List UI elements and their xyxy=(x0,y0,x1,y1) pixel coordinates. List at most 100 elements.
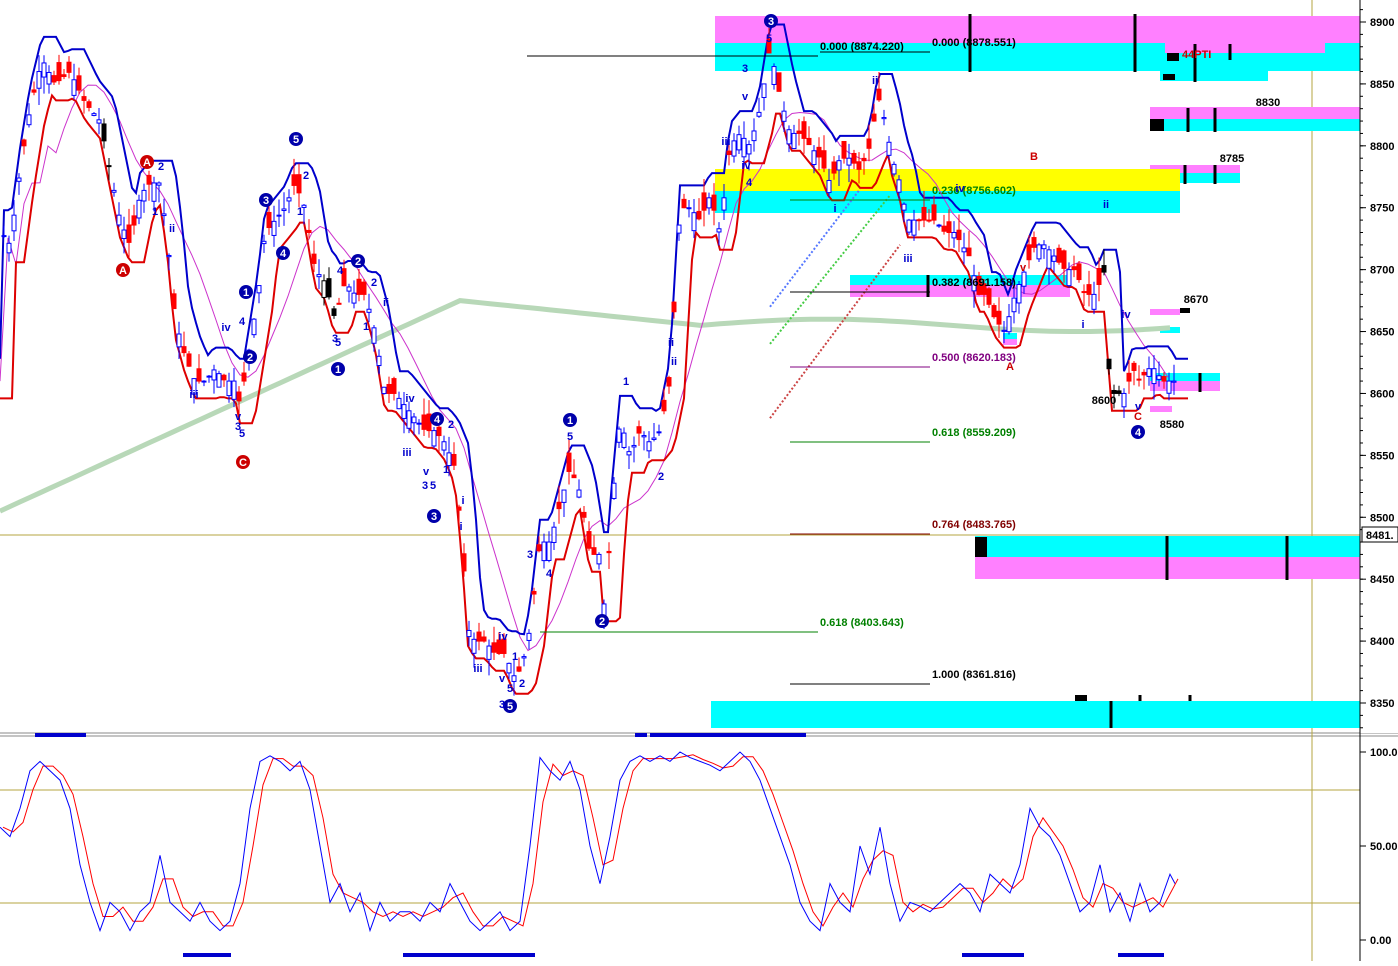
candle-body xyxy=(1016,283,1022,304)
candle-body xyxy=(646,441,652,452)
candle-body xyxy=(741,137,747,158)
candle-body xyxy=(561,489,567,503)
candle-body xyxy=(531,590,537,595)
candle-body xyxy=(916,219,922,222)
candle-body xyxy=(141,189,147,202)
candle-body xyxy=(511,675,517,682)
candle-body xyxy=(516,666,522,672)
candle-body xyxy=(481,636,487,642)
candle-body xyxy=(351,292,357,304)
candle-body xyxy=(986,288,992,305)
wave-label: iv xyxy=(741,160,751,172)
candle-body xyxy=(306,229,312,233)
marker xyxy=(1163,74,1175,80)
candle-body xyxy=(171,293,177,310)
candle-body xyxy=(596,553,602,565)
candle-body xyxy=(761,83,767,99)
candle-body xyxy=(181,346,187,354)
candle-body xyxy=(701,192,707,211)
candle-body xyxy=(706,197,712,209)
candle-body xyxy=(846,157,852,166)
candle-body xyxy=(616,428,622,443)
candle-body xyxy=(161,213,167,217)
candle-body xyxy=(526,632,532,641)
candle-body xyxy=(381,386,387,395)
wave-4-text: 4 xyxy=(280,248,287,260)
wave-label: 2 xyxy=(303,170,309,182)
candle-body xyxy=(746,144,752,155)
candle-body xyxy=(1076,263,1082,281)
candle-body xyxy=(471,638,477,654)
axis-tick-label: 8350 xyxy=(1370,698,1394,710)
candle-body xyxy=(606,550,612,554)
candle-body xyxy=(46,71,52,85)
candle-body xyxy=(966,247,972,257)
wave-label: iii xyxy=(473,663,482,675)
osc-axis-label: 100.0 xyxy=(1370,747,1398,759)
wave-3-text: 3 xyxy=(263,195,269,207)
wave-label: 4 xyxy=(746,177,753,189)
wave-label: v xyxy=(742,91,749,103)
candle-body xyxy=(31,89,37,93)
candle-body xyxy=(871,113,877,122)
wave-label: iv xyxy=(955,183,965,195)
price-annotation: 8580 xyxy=(1160,419,1184,431)
axis-tick-label: 8450 xyxy=(1370,574,1394,586)
candle-body xyxy=(201,380,207,383)
candle-body xyxy=(716,228,722,233)
wave-label: iii xyxy=(721,136,730,148)
candle-body xyxy=(131,215,137,226)
candle-body xyxy=(111,189,117,193)
wave-4-text: 4 xyxy=(434,414,441,426)
candle-body xyxy=(71,79,77,96)
wave-label: 4 xyxy=(239,316,246,328)
candle-body xyxy=(66,61,72,73)
candle-body xyxy=(1161,376,1167,382)
wave-2-text: 2 xyxy=(599,616,605,628)
candle-body xyxy=(316,274,322,278)
wave-label: 3 xyxy=(742,63,748,75)
candle-body xyxy=(236,391,242,402)
marker xyxy=(1180,308,1190,313)
candle-body xyxy=(781,110,787,122)
candle-body xyxy=(1006,316,1012,333)
candle-body xyxy=(851,152,857,164)
candle-body xyxy=(901,203,907,211)
candle-body xyxy=(891,163,897,175)
candle-body xyxy=(626,451,632,456)
candle-body xyxy=(426,413,432,432)
zone-cyan xyxy=(1180,173,1240,183)
wave-label: 5 xyxy=(430,480,436,492)
candle-body xyxy=(186,353,192,367)
marker xyxy=(975,537,987,557)
candle-body xyxy=(786,129,792,145)
candle-body xyxy=(466,629,472,638)
zone-magenta xyxy=(1150,381,1220,391)
wave-label: ii xyxy=(383,297,389,309)
zone-magenta xyxy=(1003,339,1017,345)
wave-label: i xyxy=(833,203,836,215)
wave-label: v xyxy=(1020,262,1027,274)
osc-axis-label: 0.00 xyxy=(1370,935,1391,947)
candle-body xyxy=(1116,390,1122,394)
candle-body xyxy=(956,229,962,241)
candle-body xyxy=(16,177,22,182)
wave-label: ii xyxy=(169,223,175,235)
fib-label: 0.000 (8874.220) xyxy=(820,41,904,53)
candle-body xyxy=(841,140,847,159)
marker xyxy=(1150,119,1164,131)
candle-body xyxy=(806,137,812,146)
axis-tick-label: 8600 xyxy=(1370,388,1394,400)
candle-body xyxy=(11,214,17,232)
candle-body xyxy=(166,254,172,258)
candle-body xyxy=(91,113,97,116)
candle-body xyxy=(641,435,647,438)
candle-body xyxy=(931,204,937,221)
candle-body xyxy=(216,373,222,388)
grid xyxy=(0,0,1398,961)
fib-label: 0.500 (8620.183) xyxy=(932,352,1016,364)
candle-body xyxy=(96,119,102,124)
wave-label: iv xyxy=(221,322,231,334)
axis-tick-label: 8650 xyxy=(1370,327,1394,339)
zone-cyan xyxy=(711,701,1361,728)
